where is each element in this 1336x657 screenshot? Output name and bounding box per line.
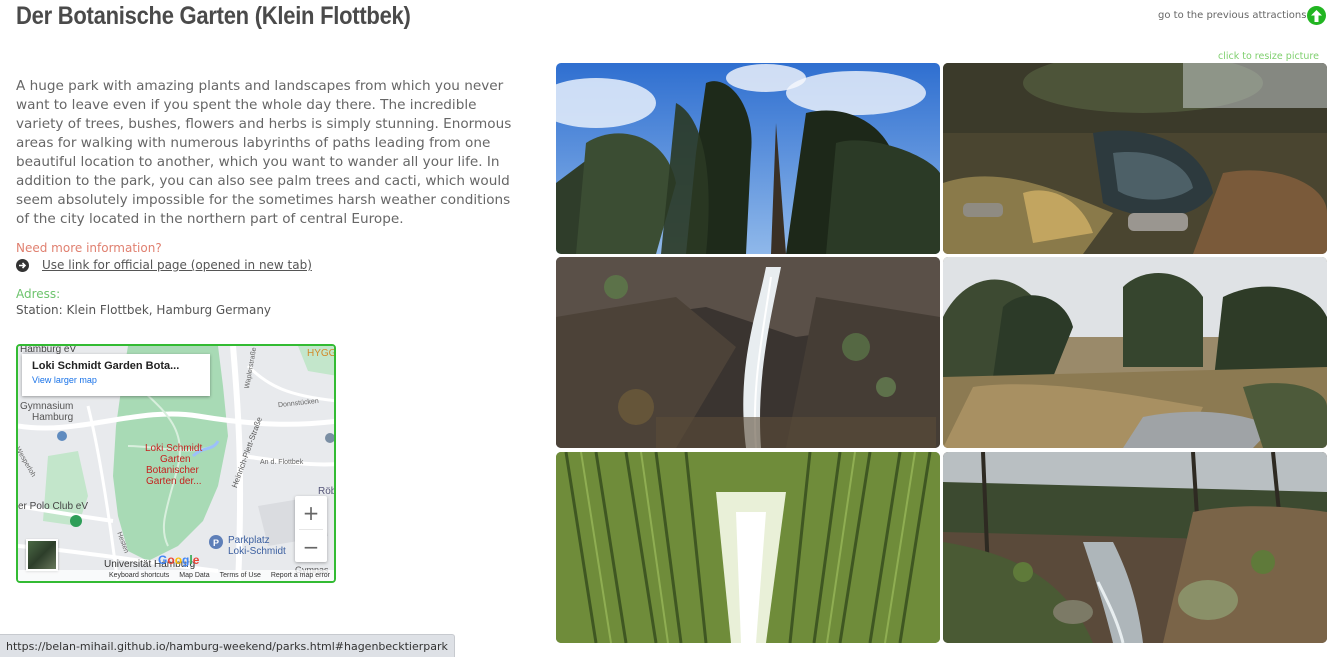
- browser-status-bar: https://belan-mihail.github.io/hamburg-w…: [0, 634, 455, 657]
- map-label-gymnasium: Gymnasium: [20, 401, 74, 412]
- map-label-hygg: HYGG: [307, 348, 336, 359]
- gallery-photo-bamboo-tunnel[interactable]: [556, 452, 940, 643]
- map-label-an-der-flottbek: An d. Flottbek: [260, 459, 304, 466]
- map-info-card: Loki Schmidt Garden Bota... View larger …: [22, 354, 210, 396]
- previous-attractions-link[interactable]: go to the previous attractions: [1158, 10, 1306, 21]
- embedded-map[interactable]: P Hamburg eV HYGG Gymnasium Hamburg Wesp…: [16, 344, 336, 583]
- attraction-description: A huge park with amazing plants and land…: [16, 78, 512, 227]
- zoom-in-button[interactable]: +: [295, 496, 327, 529]
- map-card-title: Loki Schmidt Garden Bota...: [32, 360, 180, 372]
- address-label: Adress:: [16, 287, 61, 301]
- keyboard-shortcuts-link[interactable]: Keyboard shortcuts: [109, 572, 169, 579]
- arrow-up-icon: [1311, 9, 1322, 22]
- gallery-photo-waterfall[interactable]: [556, 257, 940, 448]
- address-value: Station: Klein Flottbek, Hamburg Germany: [16, 303, 272, 317]
- map-label-garden-4: Garten der...: [146, 476, 202, 487]
- need-info-label: Need more information?: [16, 241, 162, 255]
- map-zoom-controls: + −: [295, 496, 327, 562]
- report-map-error-link[interactable]: Report a map error: [271, 572, 330, 579]
- zoom-out-button[interactable]: −: [295, 530, 327, 563]
- view-larger-map-link[interactable]: View larger map: [32, 375, 200, 385]
- map-label-garden-3: Botanischer: [146, 465, 199, 476]
- map-data-link[interactable]: Map Data: [179, 572, 209, 579]
- terms-of-use-link[interactable]: Terms of Use: [220, 572, 261, 579]
- map-label-polo-club: er Polo Club eV: [18, 501, 89, 512]
- scroll-up-button[interactable]: [1307, 6, 1326, 25]
- official-page-link[interactable]: Use link for official page (opened in ne…: [42, 258, 312, 272]
- gallery-photo-garden-landscape[interactable]: [943, 257, 1327, 448]
- arrow-right-circle-icon: [16, 258, 29, 272]
- google-letter: o: [174, 553, 183, 567]
- google-letter: e: [192, 553, 200, 567]
- map-label-garden-1: Loki Schmidt: [145, 443, 203, 454]
- map-label-hamburg: Hamburg: [32, 412, 74, 423]
- resize-picture-hint: click to resize picture: [1218, 51, 1319, 62]
- gallery-photo-pond[interactable]: [943, 63, 1327, 254]
- svg-text:P: P: [213, 538, 219, 548]
- map-label-parking-2: Loki-Schmidt: [228, 546, 286, 557]
- page-title: Der Botanische Garten (Klein Flottbek): [16, 2, 411, 30]
- official-link-row[interactable]: Use link for official page (opened in ne…: [16, 258, 312, 272]
- map-label-parking-1: Parkplatz: [228, 535, 270, 546]
- satellite-view-toggle[interactable]: [26, 539, 58, 571]
- gallery-photo-conifers[interactable]: [556, 63, 940, 254]
- gallery-photo-stream[interactable]: [943, 452, 1327, 643]
- map-footer: Keyboard shortcuts Map Data Terms of Use…: [18, 570, 334, 581]
- google-logo: Google: [158, 553, 199, 567]
- map-label-garden-2: Garten: [160, 454, 191, 465]
- google-letter: o: [167, 553, 175, 567]
- google-letter: G: [158, 553, 168, 567]
